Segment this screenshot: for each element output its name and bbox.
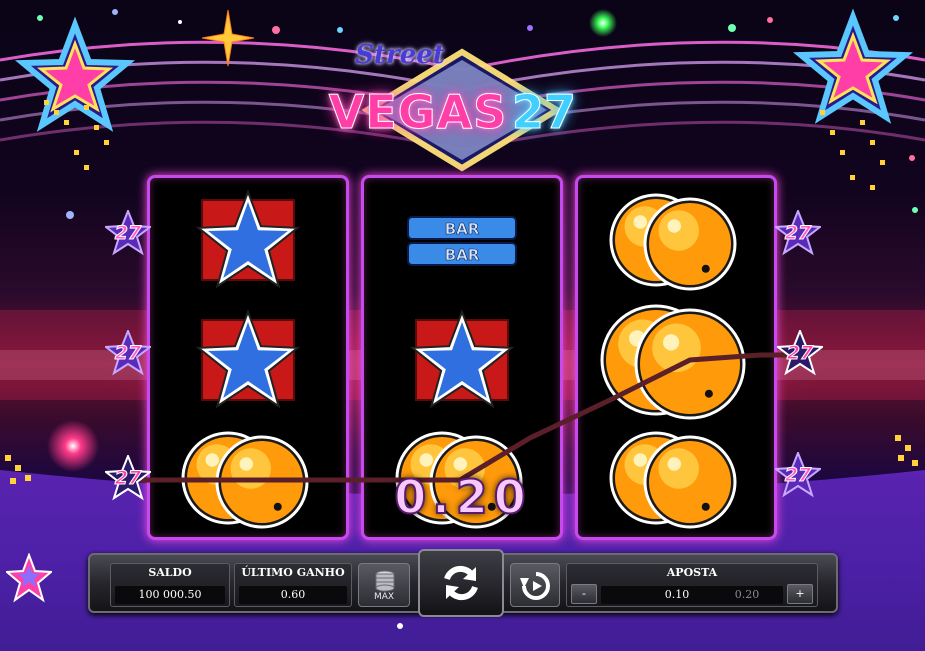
balance-panel: SALDO 100 000.50 bbox=[110, 563, 230, 607]
payline-number: 27 bbox=[114, 342, 142, 365]
payline-badge-right-3[interactable]: 27 bbox=[775, 452, 821, 498]
menu-star-icon[interactable] bbox=[6, 553, 52, 603]
payline-number: 27 bbox=[784, 222, 812, 245]
bet-increase-button[interactable]: + bbox=[787, 584, 813, 604]
autoplay-button[interactable] bbox=[510, 563, 560, 607]
bet-panel: APOSTA - 0.10 0.20 + bbox=[566, 563, 818, 607]
payline-number: 27 bbox=[114, 222, 142, 245]
bet-decrease-button[interactable]: - bbox=[571, 584, 597, 604]
max-bet-label: MAX bbox=[373, 592, 395, 602]
bar-label: BAR bbox=[445, 220, 480, 238]
blue-star-symbol bbox=[195, 189, 301, 289]
balance-label: SALDO bbox=[148, 566, 192, 579]
double-bar-symbol: BAR BAR bbox=[407, 216, 517, 266]
reel-3-symbols bbox=[600, 193, 746, 529]
autoplay-icon bbox=[520, 572, 550, 600]
bet-next-value[interactable]: 0.20 bbox=[717, 586, 777, 604]
spin-button[interactable] bbox=[418, 549, 504, 617]
balance-value: 100 000.50 bbox=[115, 586, 225, 604]
reel-1 bbox=[147, 175, 349, 540]
bar-label: BAR bbox=[445, 246, 480, 264]
payline-badge-left-3[interactable]: 27 bbox=[105, 455, 151, 501]
reel-1-symbols bbox=[181, 189, 309, 529]
last-win-label: ÚLTIMO GANHO bbox=[241, 566, 345, 579]
orange-ball-symbol bbox=[600, 304, 746, 420]
max-bet-button[interactable]: MAX bbox=[358, 563, 410, 607]
last-win-panel: ÚLTIMO GANHO 0.60 bbox=[234, 563, 352, 607]
payline-badge-left-1[interactable]: 27 bbox=[105, 210, 151, 256]
game-stage: Street VEGAS 27 BAR BAR 27 27 27 27 27 27… bbox=[0, 0, 925, 651]
bet-label: APOSTA bbox=[666, 566, 718, 579]
orange-ball-symbol bbox=[609, 193, 737, 291]
payline-badge-left-2[interactable]: 27 bbox=[105, 330, 151, 376]
payline-badge-right-2[interactable]: 27 bbox=[777, 330, 823, 376]
logo-street-text: Street bbox=[355, 40, 445, 70]
orange-ball-symbol bbox=[609, 431, 737, 529]
bet-selected-value[interactable]: 0.10 bbox=[627, 586, 727, 604]
last-win-value: 0.60 bbox=[239, 586, 347, 604]
win-amount: 0.20 bbox=[393, 469, 532, 525]
logo-number-text: 27 bbox=[512, 85, 577, 140]
logo-vegas-text: VEGAS bbox=[328, 85, 508, 140]
spin-arrows-icon bbox=[444, 565, 478, 601]
payline-number: 27 bbox=[786, 342, 814, 365]
blue-star-symbol bbox=[195, 309, 301, 409]
payline-number: 27 bbox=[784, 464, 812, 487]
payline-badge-right-1[interactable]: 27 bbox=[775, 210, 821, 256]
payline-number: 27 bbox=[114, 467, 142, 490]
blue-star-symbol bbox=[409, 309, 515, 409]
control-bar: SALDO 100 000.50 ÚLTIMO GANHO 0.60 MAX A… bbox=[88, 549, 838, 617]
orange-ball-symbol bbox=[181, 431, 309, 529]
reel-3 bbox=[575, 175, 777, 540]
